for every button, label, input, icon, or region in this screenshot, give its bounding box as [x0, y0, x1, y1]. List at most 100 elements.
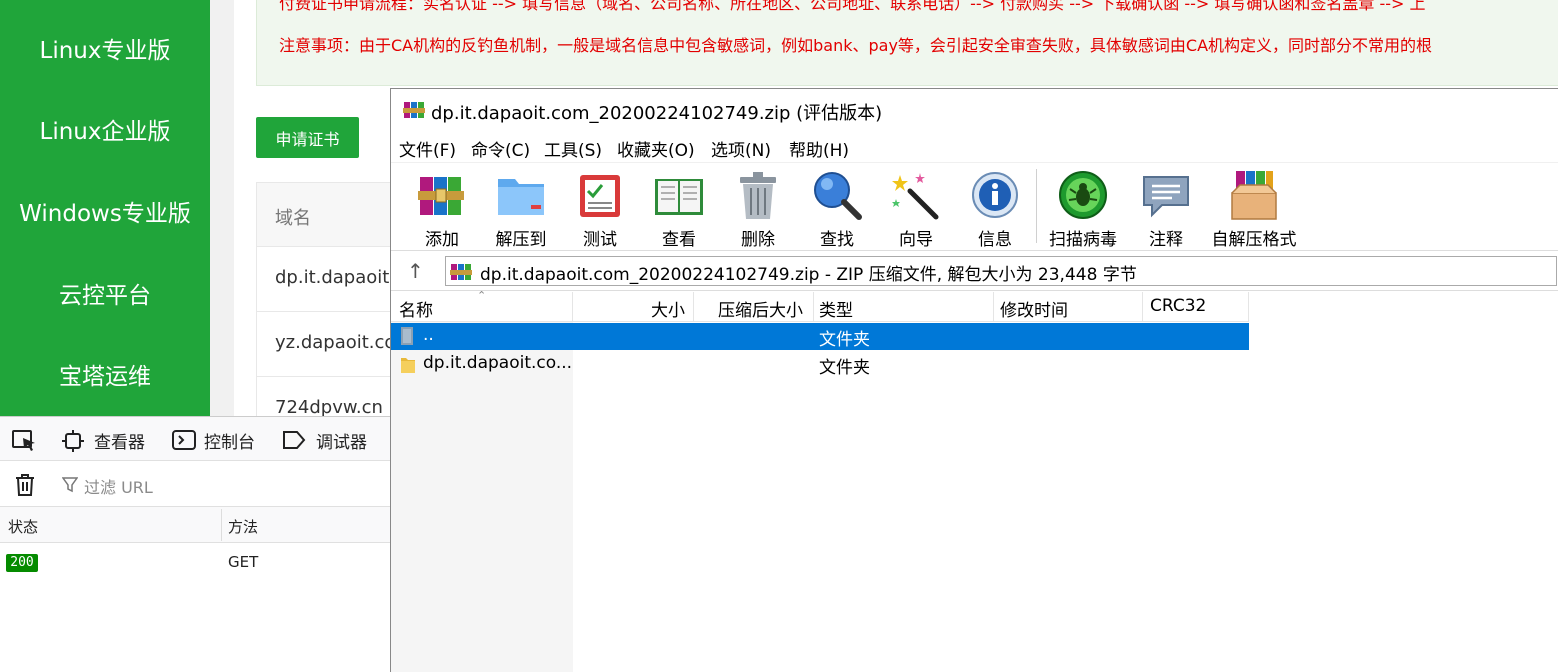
sidebar-item-bt-ops[interactable]: 宝塔运维: [0, 362, 210, 392]
tab-console[interactable]: 控制台: [204, 428, 255, 453]
file-row-folder[interactable]: dp.it.dapaoit.co... 文件夹: [391, 351, 1249, 378]
screen: Linux专业版 Linux企业版 Windows专业版 云控平台 宝塔运维 付…: [0, 0, 1558, 672]
network-column-header: 状态 方法: [0, 507, 392, 543]
file-type: 文件夹: [819, 330, 870, 350]
column-divider: [813, 292, 814, 322]
menubar: 文件(F) 命令(C) 工具(S) 收藏夹(O) 选项(N) 帮助(H): [391, 133, 1558, 163]
status-column-header[interactable]: 状态: [8, 516, 38, 537]
menu-options[interactable]: 选项(N): [711, 136, 771, 161]
console-icon: [172, 430, 196, 454]
column-divider: [572, 292, 573, 322]
notice-warning-text: 注意事项：由于CA机构的反钓鱼机制，一般是域名信息中包含敏感词，例如bank、p…: [279, 36, 1433, 55]
inspector-icon: [62, 430, 84, 456]
toolbar-test-button[interactable]: 测试: [563, 167, 637, 250]
menu-help[interactable]: 帮助(H): [789, 136, 849, 161]
tab-inspector[interactable]: 查看器: [94, 428, 145, 453]
toolbar-comment-button[interactable]: 注释: [1129, 167, 1203, 250]
sidebar: Linux专业版 Linux企业版 Windows专业版 云控平台 宝塔运维: [0, 0, 210, 420]
toolbar-wizard-button[interactable]: 向导: [879, 167, 953, 250]
file-list-header: 名称 ⌃ 大小 压缩后大小 类型 修改时间 CRC32: [391, 289, 1249, 322]
domain-cell: dp.it.dapaoit: [275, 267, 390, 288]
toolbar-label: 自解压格式: [1211, 230, 1297, 250]
sidebar-item-cloud-control[interactable]: 云控平台: [0, 281, 210, 311]
archive-icon: [450, 261, 472, 288]
toolbar-sfx-button[interactable]: 自解压格式: [1212, 167, 1297, 250]
column-modified[interactable]: 修改时间: [1000, 296, 1068, 321]
tab-debugger[interactable]: 调试器: [316, 428, 367, 453]
column-divider: [1248, 292, 1249, 322]
toolbar-add-button[interactable]: 添加: [405, 167, 479, 250]
menu-favorites[interactable]: 收藏夹(O): [617, 136, 695, 161]
file-row-parent[interactable]: .. 文件夹: [391, 323, 1249, 350]
add-archive-icon: [418, 177, 464, 215]
toolbar: 添加 解压到 测试 查看 删除 查找 向导 信息 扫描病毒 注释 自解压格式: [391, 163, 1558, 251]
devtools-tabbar: 查看器 控制台 调试器: [0, 417, 392, 461]
extract-to-icon: [498, 179, 544, 215]
request-method: GET: [228, 553, 259, 571]
file-name: ..: [423, 325, 434, 345]
winrar-app-icon: [403, 99, 425, 125]
wizard-wand-icon: [892, 173, 939, 220]
window-title: dp.it.dapaoit.com_20200224102749.zip (评估…: [431, 103, 883, 124]
sidebar-item-linux-enterprise[interactable]: Linux企业版: [0, 117, 210, 147]
notice-panel: 付费证书申请流程：实名认证 --> 填写信息（域名、公司名称、所在地区、公司地址…: [256, 0, 1558, 86]
find-magnifier-icon: [814, 172, 862, 220]
info-icon: [972, 172, 1018, 218]
up-arrow-icon[interactable]: ↑: [407, 259, 424, 283]
toolbar-extract-button[interactable]: 解压到: [484, 167, 558, 250]
column-packed-size[interactable]: 压缩后大小: [718, 296, 803, 321]
filter-url-input[interactable]: 过滤 URL: [84, 474, 153, 498]
view-book-icon: [655, 179, 703, 215]
window-titlebar[interactable]: dp.it.dapaoit.com_20200224102749.zip (评估…: [391, 89, 1558, 133]
notice-process-text: 付费证书申请流程：实名认证 --> 填写信息（域名、公司名称、所在地区、公司地址…: [279, 0, 1426, 13]
domain-cell: 724dpvw.cn: [275, 397, 383, 418]
sort-up-icon: ⌃: [477, 289, 487, 302]
toolbar-label: 注释: [1149, 230, 1183, 250]
comment-icon: [1143, 176, 1189, 218]
address-field[interactable]: dp.it.dapaoit.com_20200224102749.zip - Z…: [445, 256, 1557, 286]
domain-column-header: 域名: [275, 208, 311, 229]
menu-file[interactable]: 文件(F): [399, 136, 456, 161]
toolbar-scan-virus-button[interactable]: 扫描病毒: [1046, 167, 1120, 250]
devtools-filter-bar: 过滤 URL: [0, 461, 392, 507]
domain-cell: yz.dapaoit.co: [275, 332, 396, 353]
address-text: dp.it.dapaoit.com_20200224102749.zip - Z…: [480, 265, 1137, 285]
file-name: dp.it.dapaoit.co...: [423, 353, 573, 373]
parent-folder-icon: [401, 327, 413, 345]
toolbar-label: 信息: [978, 230, 1012, 250]
element-picker-icon[interactable]: [12, 430, 38, 456]
toolbar-label: 扫描病毒: [1049, 230, 1117, 250]
folder-icon: [401, 358, 415, 373]
column-crc32[interactable]: CRC32: [1150, 296, 1206, 316]
sfx-icon: [1231, 171, 1277, 220]
virus-scan-icon: [1059, 171, 1107, 219]
sidebar-gap: [210, 0, 234, 420]
toolbar-find-button[interactable]: 查找: [800, 167, 874, 250]
toolbar-view-button[interactable]: 查看: [642, 167, 716, 250]
apply-certificate-button[interactable]: 申请证书: [256, 117, 359, 158]
column-divider: [221, 509, 222, 541]
file-type: 文件夹: [819, 358, 870, 378]
toolbar-delete-button[interactable]: 删除: [721, 167, 795, 250]
address-bar: ↑ dp.it.dapaoit.com_20200224102749.zip -…: [391, 251, 1558, 291]
menu-tools[interactable]: 工具(S): [544, 136, 602, 161]
test-icon: [580, 175, 620, 217]
status-badge: 200: [6, 554, 38, 572]
menu-command[interactable]: 命令(C): [471, 136, 530, 161]
toolbar-info-button[interactable]: 信息: [958, 167, 1032, 250]
file-list: 名称 ⌃ 大小 压缩后大小 类型 修改时间 CRC32 .. 文件夹 dp.it…: [391, 289, 1558, 672]
debugger-icon: [282, 430, 306, 454]
filter-funnel-icon: [61, 477, 79, 497]
winrar-window: dp.it.dapaoit.com_20200224102749.zip (评估…: [390, 88, 1558, 672]
column-type[interactable]: 类型: [819, 296, 853, 321]
column-size[interactable]: 大小: [651, 296, 685, 321]
column-divider: [993, 292, 994, 322]
devtools-panel: 查看器 控制台 调试器 过滤 URL 状态 方法 200 GET: [0, 416, 392, 672]
sidebar-item-linux-pro[interactable]: Linux专业版: [0, 36, 210, 66]
column-divider: [693, 292, 694, 322]
column-divider: [1142, 292, 1143, 322]
column-name[interactable]: 名称: [399, 296, 433, 321]
method-column-header[interactable]: 方法: [228, 516, 258, 537]
clear-trash-icon[interactable]: [14, 473, 36, 501]
sidebar-item-windows-pro[interactable]: Windows专业版: [0, 199, 210, 229]
